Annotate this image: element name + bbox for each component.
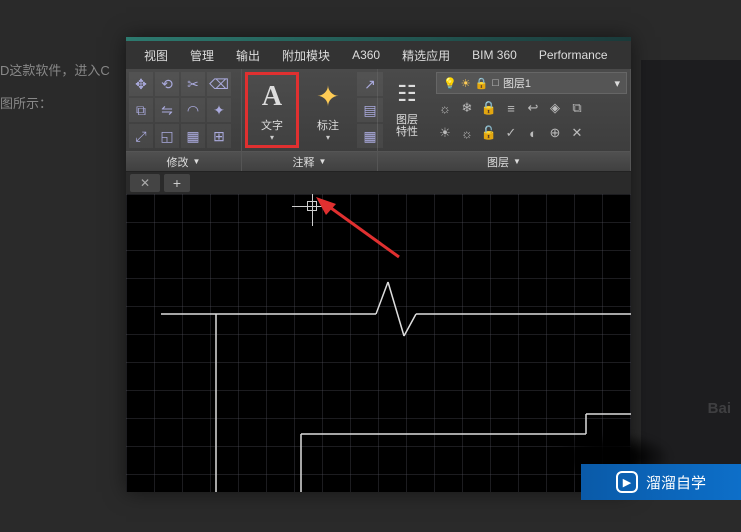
chevron-down-icon: ▼ <box>193 157 201 166</box>
menu-manage[interactable]: 管理 <box>180 43 224 68</box>
text-label: 文字 <box>261 117 283 133</box>
layers-label-text: 图层 <box>487 154 509 170</box>
bg-text-line2: 图所示： <box>0 93 110 112</box>
dimension-icon: ✦ <box>310 79 346 115</box>
panel-layers: ☷ 图层 特性 💡 ☀ 🔒 □ 图层1 ▾ ☼ ❄ 🔒 <box>378 69 631 171</box>
layer-walk-icon[interactable]: ◐ <box>524 124 542 142</box>
layer-prev-icon[interactable]: ↩ <box>524 99 542 117</box>
layer-properties-button[interactable]: ☷ 图层 特性 <box>381 72 433 142</box>
menu-featured[interactable]: 精选应用 <box>392 43 460 68</box>
erase-icon[interactable]: ⌫ <box>207 72 231 96</box>
menu-a360[interactable]: A360 <box>342 44 390 66</box>
cad-app-window: 视图 管理 输出 附加模块 A360 精选应用 BIM 360 Performa… <box>126 37 631 492</box>
current-layer-name: 图层1 <box>503 75 531 91</box>
stretch-icon[interactable]: ⤢ <box>129 124 153 148</box>
sun-icon: ☀ <box>461 77 471 90</box>
array-icon[interactable]: ▦ <box>181 124 205 148</box>
panel-layers-label[interactable]: 图层 ▼ <box>378 151 630 171</box>
offset-icon[interactable]: ⊞ <box>207 124 231 148</box>
mirror-icon[interactable]: ⇋ <box>155 98 179 122</box>
fillet-icon[interactable]: ◠ <box>181 98 205 122</box>
layer-match-icon[interactable]: ≡ <box>502 99 520 117</box>
layer-lock-icon[interactable]: 🔒 <box>480 99 498 117</box>
menu-output[interactable]: 输出 <box>226 43 270 68</box>
chevron-down-icon: ▾ <box>326 133 330 142</box>
copy-icon[interactable]: ⧉ <box>129 98 153 122</box>
chevron-down-icon: ▾ <box>270 133 274 142</box>
watermark-label: 溜溜自学 <box>646 472 706 493</box>
panel-annotate: A 文字 ▾ ✦ 标注 ▾ ↗ ▤ ▦ 注释 ▼ <box>242 69 378 171</box>
print-icon: □ <box>492 77 499 89</box>
layer-off-icon[interactable]: ☼ <box>436 99 454 117</box>
move-icon[interactable]: ✥ <box>129 72 153 96</box>
bulb-icon: 💡 <box>443 77 457 90</box>
text-icon: A <box>254 79 290 115</box>
panel-modify: ✥ ⟲ ✂ ⌫ ⧉ ⇋ ◠ ✦ ⤢ ◱ ▦ ⊞ 修改 ▼ <box>126 69 242 171</box>
dim-label: 标注 <box>317 117 339 133</box>
layer-properties-icon: ☷ <box>389 76 425 112</box>
layer-freeze-icon[interactable]: ❄ <box>458 99 476 117</box>
text-button[interactable]: A 文字 ▾ <box>245 72 299 148</box>
layer-merge-icon[interactable]: ⊕ <box>546 124 564 142</box>
layer-current-icon[interactable]: ✓ <box>502 124 520 142</box>
site-watermark: ▶ 溜溜自学 <box>581 464 741 500</box>
panel-annotate-label[interactable]: 注释 ▼ <box>242 151 377 171</box>
scale-icon[interactable]: ◱ <box>155 124 179 148</box>
layer-thaw-icon[interactable]: ☼ <box>458 124 476 142</box>
baidu-watermark: Bai <box>708 400 731 417</box>
chevron-down-icon: ▾ <box>614 77 620 90</box>
trim-icon[interactable]: ✂ <box>181 72 205 96</box>
play-icon: ▶ <box>616 471 638 493</box>
drawing-tabstrip: ✕ + <box>126 172 631 194</box>
close-tab-button[interactable]: ✕ <box>130 174 160 192</box>
modify-label-text: 修改 <box>167 154 189 170</box>
layer-copy-icon[interactable]: ⧉ <box>568 99 586 117</box>
menubar: 视图 管理 输出 附加模块 A360 精选应用 BIM 360 Performa… <box>126 41 631 69</box>
menu-view[interactable]: 视图 <box>134 43 178 68</box>
lock-icon: 🔒 <box>475 77 489 90</box>
background-article-text: D这款软件，进入C 图所示： <box>0 60 110 126</box>
chevron-down-icon: ▼ <box>513 157 521 166</box>
annotate-label-text: 注释 <box>293 154 315 170</box>
dimension-button[interactable]: ✦ 标注 ▾ <box>302 72 354 148</box>
explode-icon[interactable]: ✦ <box>207 98 231 122</box>
layer-iso-icon[interactable]: ◈ <box>546 99 564 117</box>
bg-text-line1: D这款软件，进入C <box>0 60 110 79</box>
layerprops-label: 图层 特性 <box>396 114 418 138</box>
panel-modify-label[interactable]: 修改 ▼ <box>126 151 241 171</box>
layer-on-icon[interactable]: ☀ <box>436 124 454 142</box>
current-layer-dropdown[interactable]: 💡 ☀ 🔒 □ 图层1 ▾ <box>436 72 627 94</box>
menu-addins[interactable]: 附加模块 <box>272 43 340 68</box>
menu-performance[interactable]: Performance <box>529 44 618 66</box>
ribbon: ✥ ⟲ ✂ ⌫ ⧉ ⇋ ◠ ✦ ⤢ ◱ ▦ ⊞ 修改 ▼ <box>126 69 631 172</box>
layer-delete-icon[interactable]: ✕ <box>568 124 586 142</box>
rotate-icon[interactable]: ⟲ <box>155 72 179 96</box>
menu-bim360[interactable]: BIM 360 <box>462 44 527 66</box>
chevron-down-icon: ▼ <box>319 157 327 166</box>
new-tab-button[interactable]: + <box>164 174 190 192</box>
layer-unlock-icon[interactable]: 🔓 <box>480 124 498 142</box>
